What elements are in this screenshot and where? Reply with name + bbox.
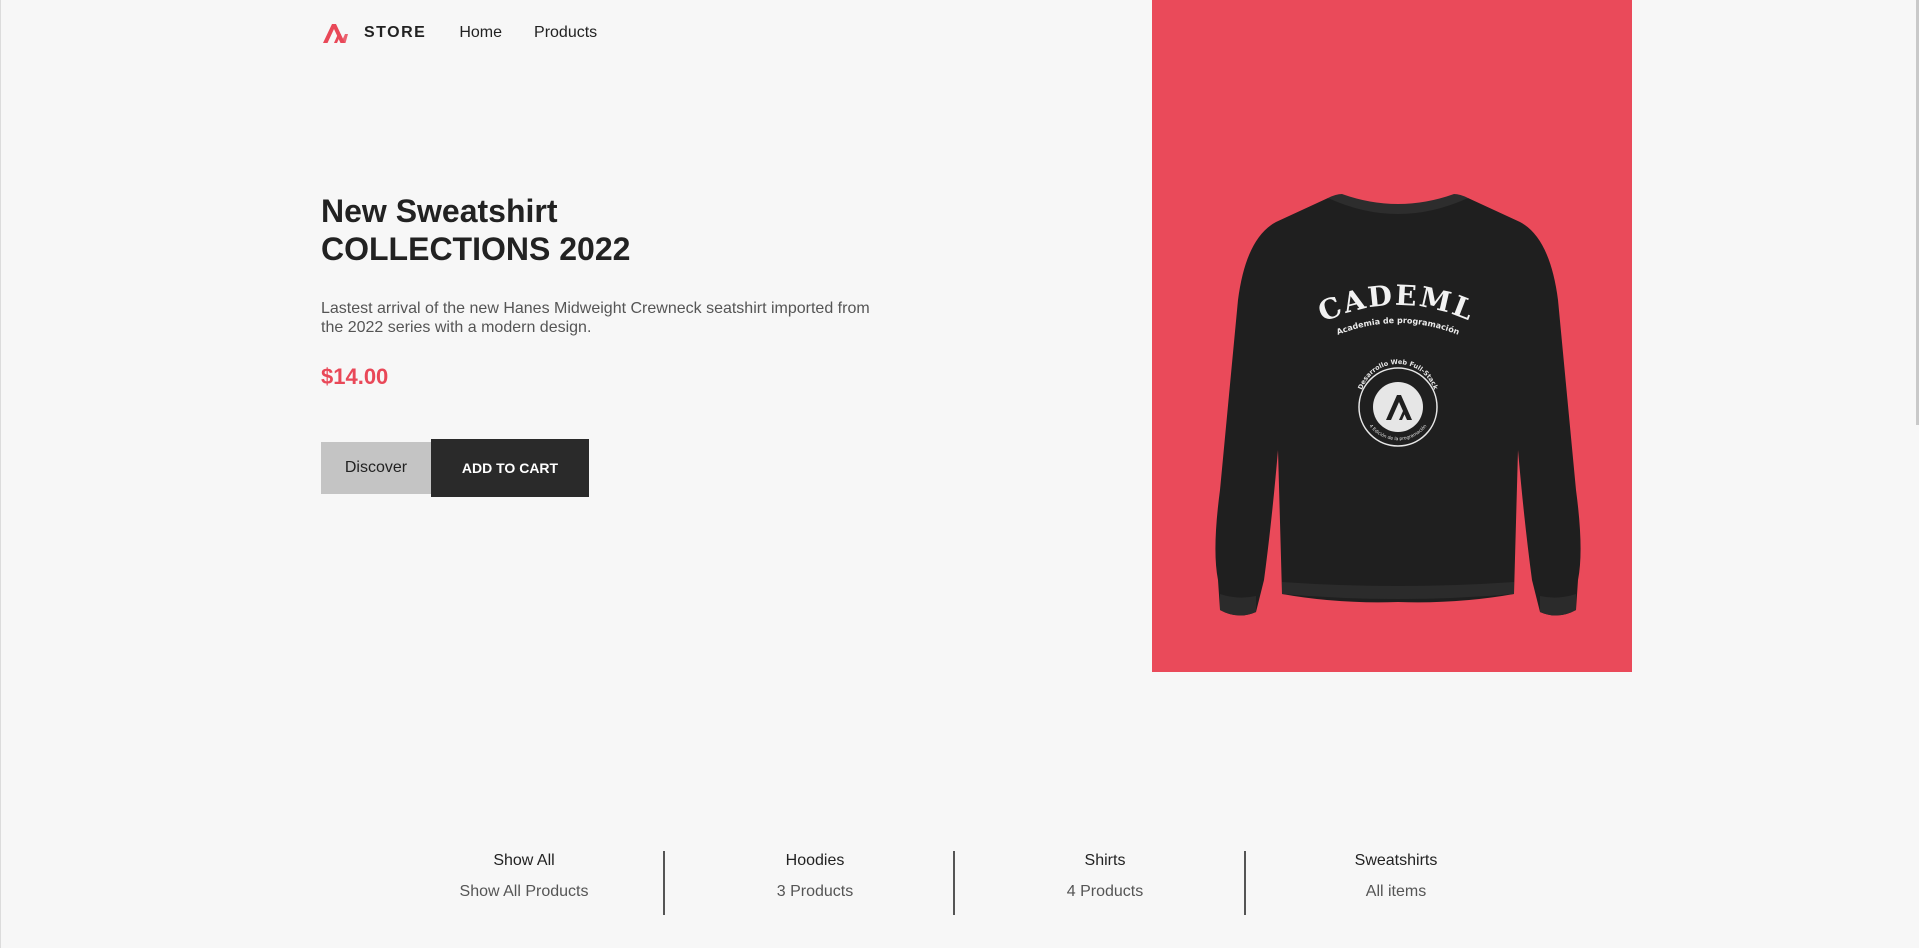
category-subtitle: 3 Products bbox=[776, 883, 854, 900]
header: STORE Home Products bbox=[321, 22, 629, 44]
category-hoodies[interactable]: Hoodies 3 Products bbox=[705, 851, 925, 902]
sweatshirt-image: ACADEMLO Academia de programación Desarr… bbox=[1198, 190, 1581, 616]
product-image-panel: ACADEMLO Academia de programación Desarr… bbox=[1152, 0, 1632, 672]
discover-button[interactable]: Discover bbox=[321, 442, 431, 494]
nav-home[interactable]: Home bbox=[459, 24, 502, 42]
logo[interactable]: STORE bbox=[321, 22, 426, 44]
category-subtitle: Show All Products bbox=[459, 883, 589, 900]
hero-title: New Sweatshirt COLLECTIONS 2022 bbox=[321, 192, 630, 268]
category-title: Sweatshirts bbox=[1354, 852, 1438, 869]
hero-title-line2: COLLECTIONS 2022 bbox=[321, 231, 631, 267]
category-subtitle: All items bbox=[1365, 883, 1427, 900]
category-subtitle: 4 Products bbox=[1066, 883, 1144, 900]
add-to-cart-button[interactable]: ADD TO CART bbox=[431, 439, 589, 497]
category-title: Hoodies bbox=[785, 852, 845, 869]
hero-description: Lastest arrival of the new Hanes Midweig… bbox=[321, 300, 870, 336]
main-nav: Home Products bbox=[459, 24, 629, 42]
category-title: Shirts bbox=[1084, 852, 1126, 869]
category-title: Show All bbox=[493, 852, 555, 869]
category-show-all[interactable]: Show All Show All Products bbox=[414, 851, 634, 902]
nav-products[interactable]: Products bbox=[534, 24, 597, 42]
logo-text: STORE bbox=[364, 24, 427, 41]
category-divider bbox=[663, 851, 665, 915]
hero-title-line1: New Sweatshirt bbox=[321, 193, 558, 229]
hero-buttons: Discover ADD TO CART bbox=[321, 439, 589, 497]
category-sweatshirts[interactable]: Sweatshirts All items bbox=[1286, 851, 1506, 902]
page-edge bbox=[0, 0, 1, 948]
hero-price: $14.00 bbox=[321, 364, 389, 389]
category-divider bbox=[1244, 851, 1246, 915]
category-filter: Show All Show All Products Hoodies 3 Pro… bbox=[0, 851, 1919, 917]
category-shirts[interactable]: Shirts 4 Products bbox=[995, 851, 1215, 902]
category-divider bbox=[953, 851, 955, 915]
academlo-logo-icon bbox=[323, 24, 348, 43]
